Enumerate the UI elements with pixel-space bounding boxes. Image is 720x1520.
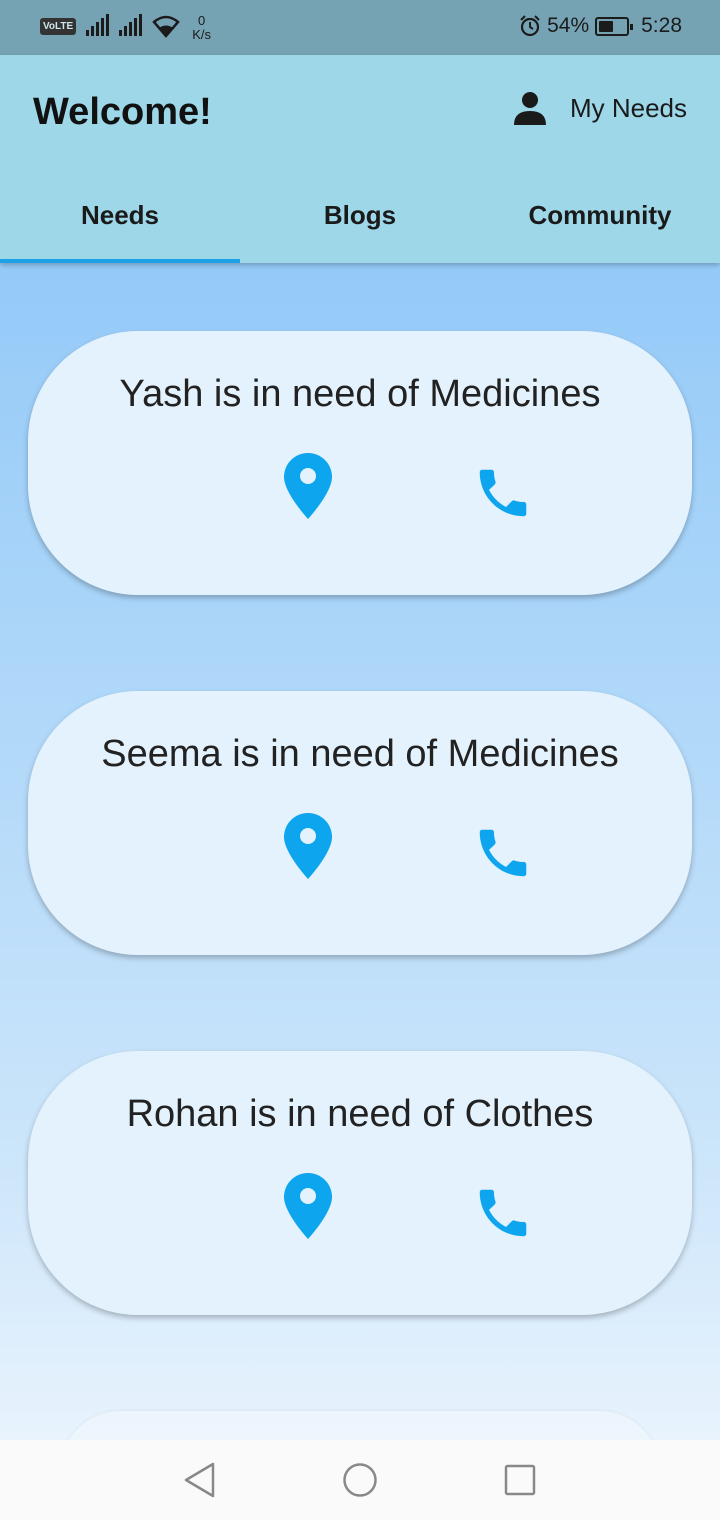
back-icon[interactable] [182,1461,218,1499]
tab-blogs-label: Blogs [323,200,397,230]
network-speed-value: 0 [197,13,206,28]
location-pin-icon[interactable] [284,1173,332,1239]
tab-blogs[interactable]: Blogs [240,183,480,263]
my-needs-button[interactable]: My Needs [512,91,687,125]
person-icon [513,92,546,125]
need-card-partial[interactable] [60,1411,660,1440]
tab-community[interactable]: Community [480,183,720,263]
location-pin-icon[interactable] [284,813,332,879]
tab-needs[interactable]: Needs [0,183,240,263]
recents-icon[interactable] [503,1461,537,1499]
wifi-icon [152,15,180,38]
needs-list: Yash is in need of Medicines Seema is in… [0,263,720,1440]
need-text: Seema is in need of Medicines [101,733,619,775]
need-text: Yash is in need of Medicines [119,373,601,415]
system-nav-bar [0,1440,720,1520]
home-icon[interactable] [341,1461,379,1499]
status-right: 54% 5:28 [519,14,682,38]
network-speed: 0 K/s [192,14,211,42]
phone-icon[interactable] [471,1182,535,1244]
signal-2-icon [119,14,143,36]
battery-fill [599,20,614,32]
network-speed-unit: K/s [192,27,211,42]
page-title: Welcome! [33,91,212,133]
need-card[interactable]: Yash is in need of Medicines [28,331,692,595]
need-text: Rohan is in need of Clothes [126,1093,594,1135]
phone-icon[interactable] [471,462,535,524]
phone-icon[interactable] [471,822,535,884]
alarm-icon [520,15,540,37]
tab-needs-label: Needs [80,200,160,230]
tab-community-label: Community [528,200,672,230]
battery-icon [595,16,634,36]
need-card[interactable]: Seema is in need of Medicines [28,691,692,955]
signal-1-icon [86,14,110,36]
volte-badge: VoLTE [40,18,77,35]
need-card[interactable]: Rohan is in need of Clothes [28,1051,692,1315]
battery-percent: 54% [547,14,590,37]
status-bar: VoLTE 0 K/s 54% 5:28 [0,0,720,55]
status-left: VoLTE 0 K/s [40,14,211,42]
clock: 5:28 [641,14,682,37]
location-pin-icon[interactable] [284,453,332,519]
tab-bar: Needs Blogs Community [0,183,720,263]
my-needs-label: My Needs [569,92,687,123]
app-bar: Welcome! My Needs Needs Blogs Community [0,55,720,263]
